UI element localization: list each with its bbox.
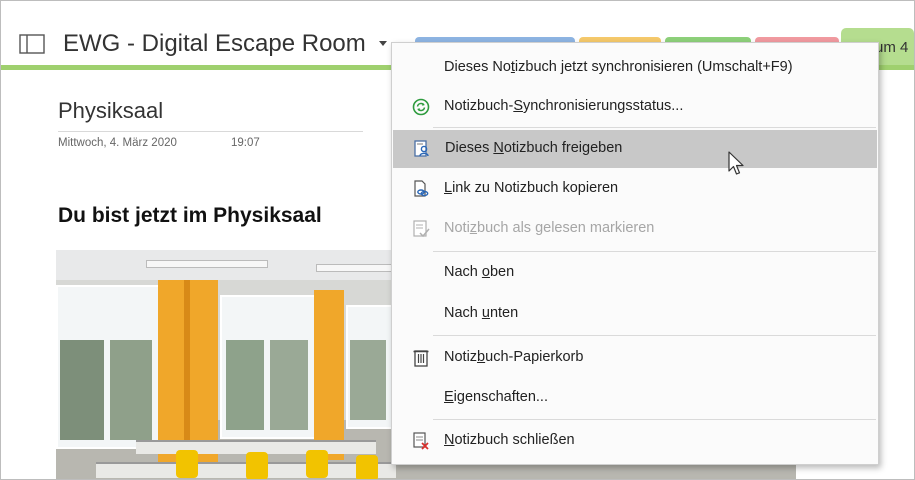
menu-item-sync-status[interactable]: Notizbuch-Synchronisierungsstatus...	[392, 88, 878, 126]
sync-status-icon	[412, 98, 430, 116]
menu-item-move-up[interactable]: Nach oben	[392, 254, 878, 292]
title-divider	[58, 131, 363, 132]
menu-item-close-notebook[interactable]: Notizbuch schließen	[392, 422, 878, 460]
menu-item-share-notebook[interactable]: Dieses Notizbuch freigeben	[393, 130, 877, 168]
close-notebook-icon	[413, 432, 429, 450]
notebook-title[interactable]: EWG - Digital Escape Room	[63, 30, 366, 58]
menu-item-move-down[interactable]: Nach unten	[392, 295, 878, 333]
mouse-cursor-icon	[728, 151, 744, 175]
notebook-icon	[19, 34, 45, 54]
menu-item-properties[interactable]: Eigenschaften...	[392, 379, 878, 417]
menu-item-recycle-bin[interactable]: Notizbuch-Papierkorb	[392, 339, 878, 377]
page-time: 19:07	[231, 137, 260, 149]
menu-item-mark-read[interactable]: Notizbuch als gelesen markieren	[392, 210, 878, 248]
copy-link-icon	[414, 180, 429, 197]
page-title[interactable]: Physiksaal	[58, 98, 163, 124]
menu-item-copy-link[interactable]: Link zu Notizbuch kopieren	[392, 170, 878, 208]
section-tab-label: um 4	[875, 39, 909, 56]
menu-item-sync-notebook[interactable]: Dieses Notizbuch jetzt synchronisieren (…	[392, 49, 878, 87]
page-heading[interactable]: Du bist jetzt im Physiksaal	[58, 204, 322, 228]
recycle-bin-icon	[413, 350, 429, 367]
mark-read-icon	[413, 220, 430, 238]
chevron-down-icon[interactable]	[379, 41, 387, 46]
page-date: Mittwoch, 4. März 2020	[58, 137, 177, 149]
notebook-context-menu: Dieses Notizbuch jetzt synchronisieren (…	[391, 42, 879, 465]
share-notebook-icon	[414, 140, 429, 157]
onenote-window: EWG - Digital Escape Room um 4 Physiksaa…	[0, 0, 915, 480]
